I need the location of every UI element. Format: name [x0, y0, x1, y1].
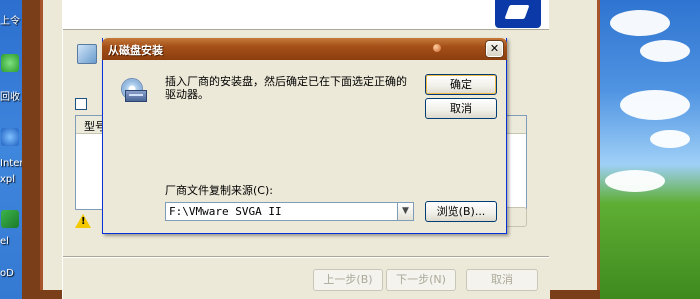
cancel-button[interactable]: 取消	[425, 98, 497, 119]
source-path-combobox[interactable]: F:\VMware SVGA II ▼	[165, 202, 414, 221]
dialog-title-bar[interactable]: 从磁盘安装 ✕	[102, 38, 507, 60]
excel-icon[interactable]	[1, 210, 19, 228]
recycle-bin-icon[interactable]	[1, 54, 19, 72]
title-bar-decoration-icon	[433, 44, 441, 52]
wizard-separator	[63, 256, 549, 258]
next-button[interactable]: 下一步(N)	[386, 269, 456, 291]
hardware-logo-icon	[495, 0, 541, 28]
desktop-icon-label[interactable]: xpl	[0, 174, 22, 185]
desktop-icon-label[interactable]: 回收	[0, 88, 22, 103]
desktop-icon-label[interactable]: 上令	[0, 12, 22, 27]
browse-button[interactable]: 浏览(B)...	[425, 201, 497, 222]
desktop-icon-label[interactable]: el	[0, 236, 22, 247]
back-button[interactable]: 上一步(B)	[313, 269, 383, 291]
wizard-header	[63, 0, 549, 30]
wizard-cancel-button[interactable]: 取消	[466, 269, 538, 291]
internet-explorer-icon[interactable]	[1, 128, 19, 146]
close-button[interactable]: ✕	[486, 41, 503, 57]
show-compatible-checkbox[interactable]	[75, 98, 87, 110]
desktop-icons-strip: 上令 回收 Inter xpl el oD	[0, 0, 22, 299]
desktop-wallpaper	[600, 0, 700, 299]
install-disk-icon	[119, 76, 149, 106]
dialog-title: 从磁盘安装	[108, 44, 163, 57]
desktop-icon-label[interactable]: oD	[0, 268, 22, 279]
close-icon: ✕	[489, 42, 500, 55]
display-adapter-icon	[77, 44, 97, 64]
warning-icon	[75, 214, 91, 228]
install-from-disk-dialog: 从磁盘安装 ✕ 插入厂商的安装盘，然后确定已在下面选定正确的驱动器。 确定 取消…	[102, 38, 507, 234]
chevron-down-icon[interactable]: ▼	[397, 203, 413, 220]
dialog-message: 插入厂商的安装盘，然后确定已在下面选定正确的驱动器。	[165, 75, 407, 101]
source-path-value[interactable]: F:\VMware SVGA II	[169, 205, 282, 218]
desktop-icon-label[interactable]: Inter	[0, 158, 22, 169]
ok-button[interactable]: 确定	[425, 74, 497, 95]
source-path-label: 厂商文件复制来源(C):	[165, 184, 273, 197]
